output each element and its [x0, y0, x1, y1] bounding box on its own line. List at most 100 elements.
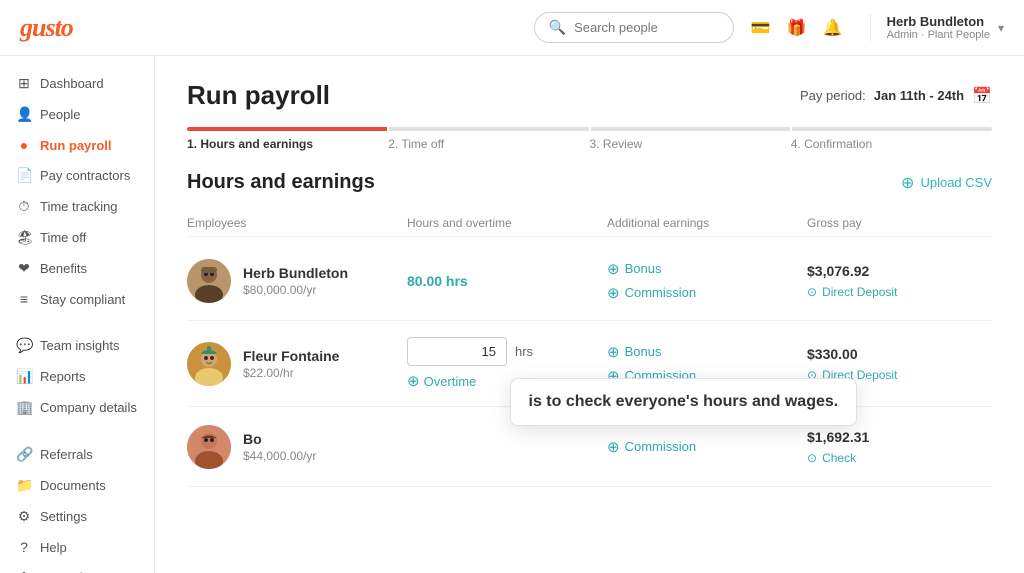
payroll-icon: ● — [16, 137, 32, 153]
sidebar-item-reports[interactable]: 📊 Reports — [0, 361, 154, 392]
logo: gusto — [20, 13, 73, 43]
settings-icon: ⚙ — [16, 508, 32, 525]
sidebar-item-time-tracking[interactable]: ⏱ Time tracking — [0, 191, 154, 222]
avatar-herb — [187, 259, 231, 303]
sidebar-item-people[interactable]: 👤 People — [0, 99, 154, 130]
commission-icon-herb: ⊕ — [607, 284, 620, 302]
commission-icon-fleur: ⊕ — [607, 367, 620, 385]
sidebar-item-label: Documents — [40, 478, 106, 493]
table-row: Fleur Fontaine $22.00/hr hrs ⊕ Overtime … — [187, 321, 992, 407]
commission-label-bo: Commission — [625, 439, 697, 454]
col-earnings: Additional earnings — [607, 216, 807, 230]
check-icon-bo: ⊙ — [807, 451, 817, 465]
sidebar-item-benefits[interactable]: ❤ Benefits — [0, 253, 154, 284]
col-employees: Employees — [187, 216, 407, 230]
sidebar-item-documents[interactable]: 📁 Documents — [0, 470, 154, 501]
section-title: Hours and earnings — [187, 171, 375, 194]
user-role: Admin · Plant People — [887, 29, 990, 41]
benefits-icon: ❤ — [16, 260, 32, 277]
overtime-icon-fleur: ⊕ — [407, 372, 420, 390]
step-label-2[interactable]: 2. Time off — [388, 137, 589, 151]
bell-icon[interactable]: 🔔 — [822, 17, 844, 39]
commission-button-fleur[interactable]: ⊕ Commission — [607, 367, 807, 385]
step-label-3[interactable]: 3. Review — [590, 137, 791, 151]
commission-icon-bo: ⊕ — [607, 438, 620, 456]
main-layout: ⊞ Dashboard 👤 People ● Run payroll 📄 Pay… — [0, 56, 1024, 573]
hours-cell-herb: 80.00 hrs — [407, 273, 607, 289]
payment-type-herb: ⊙ Direct Deposit — [807, 285, 967, 299]
upload-csv-button[interactable]: ⊕ Upload CSV — [901, 173, 992, 193]
employee-salary-fleur: $22.00/hr — [243, 366, 339, 380]
gross-cell-bo: $1,692.31 ⊙ Check — [807, 429, 967, 465]
upload-csv-label: Upload CSV — [920, 175, 992, 190]
calendar-icon[interactable]: 📅 — [972, 86, 992, 106]
upgrade-icon: ⬆ — [16, 569, 32, 573]
search-input[interactable] — [574, 20, 719, 35]
progress-step-3 — [591, 127, 791, 131]
bonus-icon-herb: ⊕ — [607, 260, 620, 278]
progress-step-4 — [792, 127, 992, 131]
gross-cell-fleur: $330.00 ⊙ Direct Deposit — [807, 346, 967, 382]
hours-unit-fleur: hrs — [515, 344, 533, 359]
company-icon: 🏢 — [16, 399, 32, 416]
progress-step-1 — [187, 127, 387, 131]
wallet-icon[interactable]: 💳 — [750, 17, 772, 39]
employee-name-bo: Bo — [243, 431, 316, 447]
referrals-icon: 🔗 — [16, 446, 32, 463]
col-gross: Gross pay — [807, 216, 967, 230]
table-header: Employees Hours and overtime Additional … — [187, 210, 992, 237]
sidebar-item-dashboard[interactable]: ⊞ Dashboard — [0, 68, 154, 99]
reports-icon: 📊 — [16, 368, 32, 385]
gift-icon[interactable]: 🎁 — [786, 17, 808, 39]
bonus-button-fleur[interactable]: ⊕ Bonus — [607, 343, 807, 361]
step-label-4[interactable]: 4. Confirmation — [791, 137, 992, 151]
gross-amount-herb: $3,076.92 — [807, 263, 967, 279]
bonus-label-herb: Bonus — [625, 261, 662, 276]
hours-input-fleur[interactable] — [407, 337, 507, 366]
nav-icons: 💳 🎁 🔔 — [750, 17, 844, 39]
commission-button-herb[interactable]: ⊕ Commission — [607, 284, 807, 302]
sidebar-item-upgrade[interactable]: ⬆ Upgrade — [0, 562, 154, 573]
sidebar-item-stay-compliant[interactable]: ≡ Stay compliant — [0, 284, 154, 314]
avatar-fleur — [187, 342, 231, 386]
sidebar-item-company-details[interactable]: 🏢 Company details — [0, 392, 154, 423]
employee-text-fleur: Fleur Fontaine $22.00/hr — [243, 348, 339, 380]
commission-button-bo[interactable]: ⊕ Commission — [607, 438, 807, 456]
sidebar-item-label: Stay compliant — [40, 292, 125, 307]
overtime-button-fleur[interactable]: ⊕ Overtime — [407, 372, 607, 390]
search-bar[interactable]: 🔍 — [534, 12, 734, 43]
sidebar-item-label: People — [40, 107, 80, 122]
sidebar-item-label: Settings — [40, 509, 87, 524]
page-header: Run payroll Pay period: Jan 11th - 24th … — [187, 80, 992, 111]
progress-bar — [187, 127, 992, 131]
top-nav: gusto 🔍 💳 🎁 🔔 Herb Bundleton Admin · Pla… — [0, 0, 1024, 56]
sidebar-item-pay-contractors[interactable]: 📄 Pay contractors — [0, 160, 154, 191]
step-label-1[interactable]: 1. Hours and earnings — [187, 137, 388, 151]
deposit-label-herb: Direct Deposit — [822, 285, 897, 299]
time-off-icon: 🏖 — [16, 229, 32, 246]
sidebar-item-team-insights[interactable]: 💬 Team insights — [0, 330, 154, 361]
sidebar: ⊞ Dashboard 👤 People ● Run payroll 📄 Pay… — [0, 56, 155, 573]
contractors-icon: 📄 — [16, 167, 32, 184]
progress-step-2 — [389, 127, 589, 131]
hours-cell-fleur: hrs ⊕ Overtime — [407, 337, 607, 390]
employee-info-bo: Bo $44,000.00/yr — [187, 425, 407, 469]
deposit-icon-fleur: ⊙ — [807, 368, 817, 382]
pay-period-value: Jan 11th - 24th — [874, 88, 964, 103]
sidebar-item-referrals[interactable]: 🔗 Referrals — [0, 439, 154, 470]
bonus-button-herb[interactable]: ⊕ Bonus — [607, 260, 807, 278]
overtime-label-fleur: Overtime — [424, 374, 477, 389]
table-row: Bo $44,000.00/yr ⊕ Commission $1,692.31 … — [187, 407, 992, 487]
sidebar-item-settings[interactable]: ⚙ Settings — [0, 501, 154, 532]
pay-period: Pay period: Jan 11th - 24th 📅 — [800, 86, 992, 106]
user-menu-chevron[interactable]: ▾ — [998, 21, 1004, 35]
sidebar-item-run-payroll[interactable]: ● Run payroll — [0, 130, 154, 160]
main-content: Run payroll Pay period: Jan 11th - 24th … — [155, 56, 1024, 573]
sidebar-item-time-off[interactable]: 🏖 Time off — [0, 222, 154, 253]
sidebar-item-help[interactable]: ? Help — [0, 532, 154, 562]
deposit-label-fleur: Direct Deposit — [822, 368, 897, 382]
sidebar-item-label: Team insights — [40, 338, 119, 353]
time-tracking-icon: ⏱ — [16, 198, 32, 215]
user-name: Herb Bundleton — [887, 14, 990, 29]
bonus-icon-fleur: ⊕ — [607, 343, 620, 361]
